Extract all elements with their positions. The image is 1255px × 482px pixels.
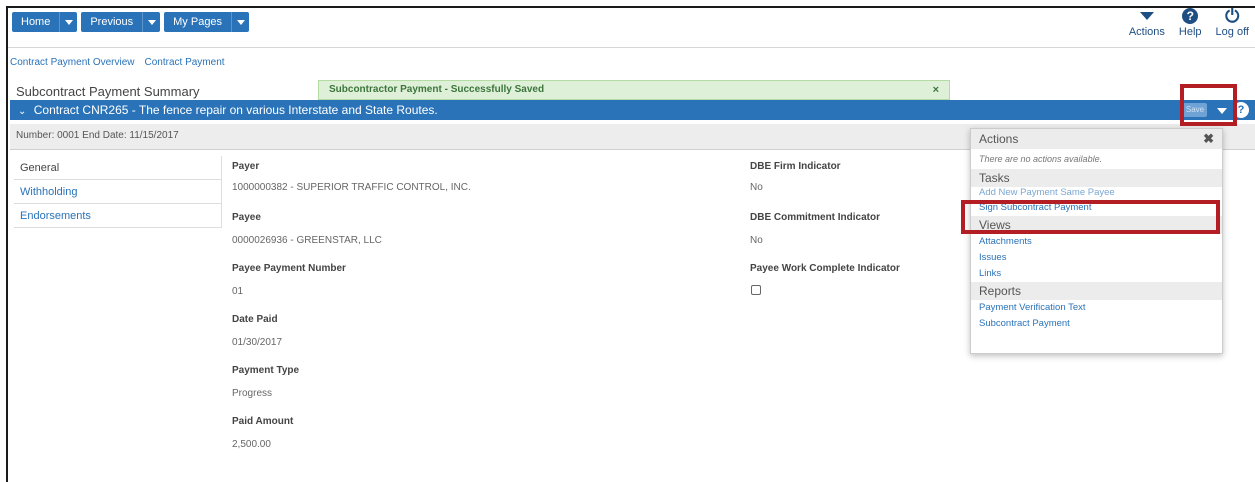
actions-menu-header: Actions ✖ bbox=[971, 129, 1222, 149]
success-toast: Subcontractor Payment - Successfully Sav… bbox=[318, 80, 950, 100]
paid-amount-label: Paid Amount bbox=[232, 416, 294, 427]
help-label[interactable]: Help bbox=[1179, 26, 1202, 38]
breadcrumb-contract-payment[interactable]: Contract Payment bbox=[145, 57, 225, 68]
sign-subcontract-payment-highlight bbox=[961, 200, 1220, 234]
actions-dropdown-menu: Actions ✖ There are no actions available… bbox=[970, 128, 1223, 354]
tab-general[interactable]: General bbox=[14, 156, 221, 180]
chevron-down-icon[interactable]: ⌄ bbox=[18, 106, 26, 117]
issues-link[interactable]: Issues bbox=[971, 250, 1222, 266]
payee-value: 0000026936 - GREENSTAR, LLC bbox=[232, 235, 382, 246]
my-pages-label[interactable]: My Pages bbox=[164, 12, 232, 32]
dbe-commitment-indicator-value: No bbox=[750, 235, 763, 246]
dbe-firm-indicator-value: No bbox=[750, 182, 763, 193]
actions-menu-title: Actions bbox=[979, 132, 1019, 146]
payer-label: Payer bbox=[232, 161, 260, 172]
dbe-commitment-indicator-label: DBE Commitment Indicator bbox=[750, 212, 881, 223]
log-off-label[interactable]: Log off bbox=[1216, 26, 1249, 38]
payee-work-complete-checkbox[interactable] bbox=[751, 285, 761, 295]
contract-title: Contract CNR265 - The fence repair on va… bbox=[33, 103, 438, 117]
tab-withholding[interactable]: Withholding bbox=[14, 180, 221, 204]
actions-caret-highlight bbox=[1180, 84, 1237, 126]
tasks-section-title: Tasks bbox=[971, 169, 1222, 187]
toast-message: Subcontractor Payment - Successfully Sav… bbox=[329, 84, 545, 95]
chevron-down-icon[interactable] bbox=[59, 12, 78, 32]
subcontract-payment-link[interactable]: Subcontract Payment bbox=[971, 316, 1222, 332]
actions-global-button[interactable]: Actions bbox=[1129, 6, 1165, 38]
header-divider bbox=[8, 47, 1255, 48]
close-icon[interactable]: × bbox=[933, 81, 939, 99]
dbe-firm-indicator-label: DBE Firm Indicator bbox=[750, 161, 841, 172]
date-paid-value: 01/30/2017 bbox=[232, 337, 283, 348]
payment-verification-text-link[interactable]: Payment Verification Text bbox=[971, 300, 1222, 316]
reports-section-title: Reports bbox=[971, 282, 1222, 300]
help-icon[interactable]: ? bbox=[1182, 8, 1199, 24]
payee-label: Payee bbox=[232, 212, 261, 223]
no-actions-note: There are no actions available. bbox=[979, 154, 1103, 164]
home-label[interactable]: Home bbox=[12, 12, 60, 32]
tab-endorsements[interactable]: Endorsements bbox=[14, 204, 221, 228]
payee-payment-number-value: 01 bbox=[232, 286, 244, 297]
links-link[interactable]: Links bbox=[971, 266, 1222, 282]
contract-header-bar[interactable]: ⌄ Contract CNR265 - The fence repair on … bbox=[10, 100, 1255, 120]
power-icon[interactable]: ⏻ bbox=[1225, 7, 1239, 25]
breadcrumb: Contract Payment Overview Contract Payme… bbox=[10, 57, 225, 68]
previous-menu-button[interactable]: Previous bbox=[81, 12, 161, 32]
top-nav: Home Previous My Pages bbox=[12, 12, 250, 32]
date-paid-label: Date Paid bbox=[232, 314, 278, 325]
payee-payment-number-label: Payee Payment Number bbox=[232, 263, 346, 274]
chevron-down-icon[interactable] bbox=[142, 12, 161, 32]
home-menu-button[interactable]: Home bbox=[12, 12, 78, 32]
attachments-link[interactable]: Attachments bbox=[971, 234, 1222, 250]
breadcrumb-contract-payment-overview[interactable]: Contract Payment Overview bbox=[10, 57, 135, 68]
log-off-button[interactable]: ⏻ Log off bbox=[1216, 6, 1249, 38]
payment-type-value: Progress bbox=[232, 388, 273, 399]
help-button[interactable]: ? Help bbox=[1179, 6, 1202, 38]
page-title: Subcontract Payment Summary bbox=[16, 84, 200, 99]
payment-type-label: Payment Type bbox=[232, 365, 300, 376]
chevron-down-icon[interactable] bbox=[231, 12, 250, 32]
top-right-toolbar: Actions ? Help ⏻ Log off bbox=[1129, 6, 1249, 38]
add-new-payment-same-payee-link[interactable]: Add New Payment Same Payee bbox=[971, 187, 1222, 198]
my-pages-menu-button[interactable]: My Pages bbox=[164, 12, 250, 32]
paid-amount-value: 2,500.00 bbox=[232, 439, 271, 450]
actions-label[interactable]: Actions bbox=[1129, 26, 1165, 38]
caret-down-icon[interactable] bbox=[1139, 12, 1154, 20]
payee-work-complete-indicator-label: Payee Work Complete Indicator bbox=[750, 263, 900, 274]
close-icon[interactable]: ✖ bbox=[1203, 129, 1214, 149]
previous-label[interactable]: Previous bbox=[81, 12, 143, 32]
side-tabs: General Withholding Endorsements bbox=[14, 156, 222, 228]
payer-value: 1000000382 - SUPERIOR TRAFFIC CONTROL, I… bbox=[232, 182, 471, 193]
